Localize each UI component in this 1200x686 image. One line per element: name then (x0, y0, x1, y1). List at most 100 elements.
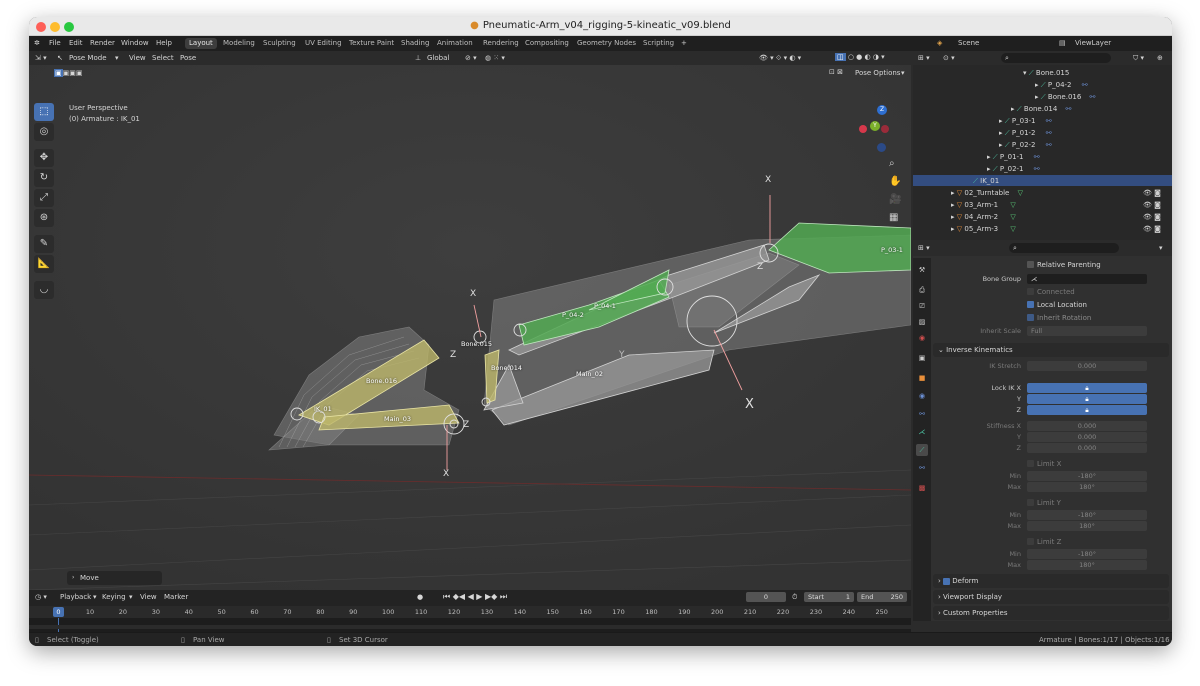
start-frame-field[interactable]: Start 1 (804, 592, 854, 602)
tab-animation[interactable]: Animation (433, 38, 477, 49)
outliner-row[interactable]: ▸ ⟋ P_03-1 ⚯ (999, 117, 1052, 126)
snap-icon[interactable]: ◍ ⁙ ▾ (485, 54, 505, 62)
constraint-tab-icon[interactable]: ⚯ (916, 408, 928, 420)
gizmo-z-axis[interactable]: Z (877, 105, 887, 115)
tab-uv-editing[interactable]: UV Editing (301, 38, 346, 49)
outliner-row[interactable]: ▸ ⟋ P_02-2 ⚯ (999, 141, 1052, 150)
tab-sculpting[interactable]: Sculpting (259, 38, 300, 49)
outliner-row[interactable]: ▸ ▽ 02_Turntable ▽ (951, 189, 1023, 197)
playback-controls-icons[interactable]: ⏮ ◆◀ ◀ ▶ ▶◆ ⏭ (443, 592, 507, 602)
menu-help[interactable]: Help (156, 39, 172, 47)
pan-hand-icon[interactable]: ✋ (889, 173, 901, 191)
gizmo-x-axis[interactable] (859, 125, 867, 133)
view-layer-tab-icon[interactable]: ▨ (916, 316, 928, 328)
tab-texture-paint[interactable]: Texture Paint (345, 38, 398, 49)
navigation-gizmo[interactable]: Z Y (857, 105, 907, 155)
menu-pose[interactable]: Pose (180, 54, 196, 62)
shading-buttons[interactable]: ◫ ○ ● ◐ ◑ ▾ (835, 53, 885, 61)
limit-y-min-field[interactable]: -180° (1027, 510, 1147, 520)
overlay-toggle-icons[interactable]: ⊡ ⊠ (829, 68, 843, 76)
tab-compositing[interactable]: Compositing (521, 38, 573, 49)
tab-scripting[interactable]: Scripting (639, 38, 678, 49)
blender-logo-icon[interactable]: ✲ (34, 39, 40, 47)
editor-type-icon[interactable]: ⇲ ▾ (35, 54, 47, 62)
outliner-row[interactable]: ▸ ⟋ P_04-2 ⚯ (1035, 81, 1088, 90)
limit-z-max-field[interactable]: 180° (1027, 560, 1147, 570)
menu-select[interactable]: Select (152, 54, 174, 62)
camera-icon[interactable]: 🎥 (889, 191, 901, 209)
outliner-row[interactable]: ▸ ▽ 04_Arm-2 ▽ (951, 213, 1016, 221)
zoom-icon[interactable]: ⌕ (889, 155, 901, 173)
modifier-tab-icon[interactable]: ◉ (916, 390, 928, 402)
measure-tool-icon[interactable]: 📐 (34, 255, 54, 273)
tab-shading[interactable]: Shading (397, 38, 433, 49)
keying-chevron-icon[interactable]: ▾ (129, 593, 133, 601)
orientation-selector[interactable]: Global (427, 54, 449, 62)
timeline-editor-icon[interactable]: ◷ ▾ (35, 593, 47, 601)
gizmo-y-axis[interactable]: Y (870, 121, 880, 131)
current-frame-field[interactable]: 0 (746, 592, 786, 602)
playback-chevron-icon[interactable]: ▾ (93, 593, 97, 601)
lock-ik-x-toggle[interactable]: 🔒︎ (1027, 383, 1147, 393)
menu-file[interactable]: File (49, 39, 61, 47)
output-tab-icon[interactable]: ⎚ (916, 300, 928, 312)
timeline-keying-menu[interactable]: Keying (102, 593, 126, 601)
texture-tab-icon[interactable]: ▩ (916, 482, 928, 494)
grid-icon[interactable]: ▦ (889, 209, 901, 227)
outliner-editor-icon[interactable]: ⊞ ▾ (918, 54, 930, 62)
limit-z-min-field[interactable]: -180° (1027, 549, 1147, 559)
stiffness-x-field[interactable]: 0.000 (1027, 421, 1147, 431)
gizmo-neg-z-axis[interactable] (877, 143, 886, 152)
pose-options-button[interactable]: Pose Options (855, 69, 900, 77)
local-location-checkbox[interactable] (1027, 301, 1034, 308)
select-mode-icons[interactable]: ▣▣▣▣ (54, 69, 82, 77)
bone-group-field[interactable]: ⋌ (1027, 274, 1147, 284)
properties-editor-icon[interactable]: ⊞ ▾ (918, 244, 930, 252)
lock-ik-y-toggle[interactable]: 🔒︎ (1027, 394, 1147, 404)
visibility-eye-icon[interactable]: 👁 ◙ (1143, 201, 1161, 209)
keyframe-area[interactable] (29, 618, 911, 632)
stopwatch-icon[interactable]: ⏱ (792, 593, 797, 602)
scene-selector[interactable]: Scene (958, 39, 979, 47)
mode-selector[interactable]: Pose Mode (69, 54, 107, 62)
outliner-row[interactable]: ▸ ⟋ Bone.014 ⚯ (1011, 105, 1071, 114)
timeline-marker-menu[interactable]: Marker (164, 593, 188, 601)
filter-icon[interactable]: ⛉ ▾ (1133, 54, 1144, 63)
menu-render[interactable]: Render (90, 39, 115, 47)
rotate-tool-icon[interactable]: ↻ (34, 169, 54, 187)
inherit-scale-dropdown[interactable]: Full (1027, 326, 1147, 336)
limit-y-max-field[interactable]: 180° (1027, 521, 1147, 531)
bone-constraint-tab-icon[interactable]: ⚯ (916, 462, 928, 474)
mode-chevron-icon[interactable]: ▾ (115, 54, 119, 62)
tab-modeling[interactable]: Modeling (219, 38, 259, 49)
visibility-eye-icon[interactable]: 👁 ◙ (1143, 189, 1161, 197)
relative-parenting-checkbox[interactable] (1027, 261, 1034, 268)
scale-tool-icon[interactable]: ⤢ (34, 189, 54, 207)
properties-search-input[interactable]: ⌕ (1009, 243, 1119, 253)
limit-x-checkbox[interactable] (1027, 460, 1034, 467)
display-mode-icon[interactable]: ⊙ ▾ (943, 54, 955, 62)
scene-tab-icon[interactable]: ◉ (916, 332, 928, 344)
limit-z-checkbox[interactable] (1027, 538, 1034, 545)
render-tab-icon[interactable]: ⎙ (916, 284, 928, 296)
limit-y-checkbox[interactable] (1027, 499, 1034, 506)
tab-geometry-nodes[interactable]: Geometry Nodes (573, 38, 640, 49)
stiffness-z-field[interactable]: 0.000 (1027, 443, 1147, 453)
view-layer-selector[interactable]: ViewLayer (1075, 39, 1111, 47)
stiffness-y-field[interactable]: 0.000 (1027, 432, 1147, 442)
armature-data-tab-icon[interactable]: ⋌ (916, 426, 928, 438)
limit-x-min-field[interactable]: -180° (1027, 471, 1147, 481)
outliner-row[interactable]: ▸ ⟋ P_02-1 ⚯ (987, 165, 1040, 174)
pose-options-chevron-icon[interactable]: ▾ (901, 69, 905, 77)
move-tool-icon[interactable]: ✥ (34, 149, 54, 167)
3d-viewport[interactable]: User Perspective (0) Armature : IK_01 P_… (29, 65, 911, 590)
ik-stretch-field[interactable]: 0.000 (1027, 361, 1147, 371)
outliner-row[interactable]: ▸ ▽ 03_Arm-1 ▽ (951, 201, 1016, 209)
playhead[interactable]: 0 (53, 607, 64, 617)
frame-ruler[interactable]: 0 10 20 30 40 50 60 70 80 90 100 110 120 130 140 150 16… (29, 606, 911, 618)
world-tab-icon[interactable]: ▣ (916, 352, 928, 364)
timeline-playback-menu[interactable]: Playback (60, 593, 91, 601)
outliner-row[interactable]: ▸ ⟋ Bone.016 ⚯ (1035, 93, 1095, 102)
pose-relax-tool-icon[interactable]: ◡ (34, 281, 54, 299)
expand-chevron-icon[interactable]: › (72, 574, 74, 581)
